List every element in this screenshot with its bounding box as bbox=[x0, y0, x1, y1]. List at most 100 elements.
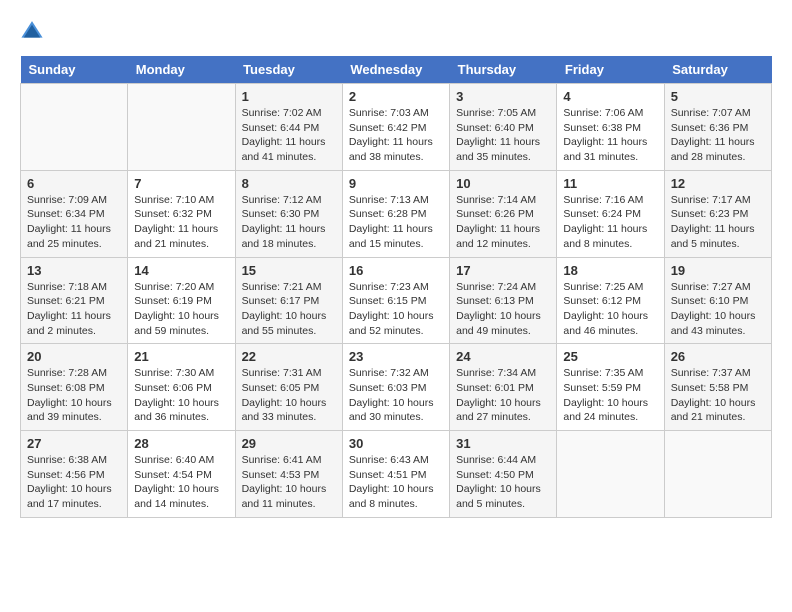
day-info: Sunrise: 7:17 AM Sunset: 6:23 PM Dayligh… bbox=[671, 193, 765, 252]
day-info: Sunrise: 7:18 AM Sunset: 6:21 PM Dayligh… bbox=[27, 280, 121, 339]
calendar-cell: 21Sunrise: 7:30 AM Sunset: 6:06 PM Dayli… bbox=[128, 344, 235, 431]
day-number: 25 bbox=[563, 349, 657, 364]
day-number: 8 bbox=[242, 176, 336, 191]
col-header-thursday: Thursday bbox=[450, 56, 557, 84]
col-header-sunday: Sunday bbox=[21, 56, 128, 84]
calendar-cell: 7 Sunrise: 7:10 AM Sunset: 6:32 PM Daylig… bbox=[128, 170, 235, 257]
day-number: 27 bbox=[27, 436, 121, 451]
day-info: Sunrise: 7:02 AM Sunset: 6:44 PM Dayligh… bbox=[242, 106, 336, 165]
page-header bbox=[20, 20, 772, 40]
calendar-cell: 16 Sunrise: 7:23 AM Sunset: 6:15 PM Dayli… bbox=[342, 257, 449, 344]
col-header-monday: Monday bbox=[128, 56, 235, 84]
logo bbox=[20, 20, 48, 40]
day-number: 16 bbox=[349, 263, 443, 278]
calendar-cell: 9 Sunrise: 7:13 AM Sunset: 6:28 PM Daylig… bbox=[342, 170, 449, 257]
day-number: 12 bbox=[671, 176, 765, 191]
day-number: 5 bbox=[671, 89, 765, 104]
calendar-cell bbox=[21, 84, 128, 171]
day-number: 11 bbox=[563, 176, 657, 191]
col-header-wednesday: Wednesday bbox=[342, 56, 449, 84]
calendar-week-1: 1 Sunrise: 7:02 AM Sunset: 6:44 PM Daylig… bbox=[21, 84, 772, 171]
calendar-cell: 23 Sunrise: 7:32 AM Sunset: 6:03 PM Dayli… bbox=[342, 344, 449, 431]
day-number: 26 bbox=[671, 349, 765, 364]
day-info: Sunrise: 7:25 AM Sunset: 6:12 PM Dayligh… bbox=[563, 280, 657, 339]
day-info: Sunrise: 7:03 AM Sunset: 6:42 PM Dayligh… bbox=[349, 106, 443, 165]
calendar-cell: 8 Sunrise: 7:12 AM Sunset: 6:30 PM Daylig… bbox=[235, 170, 342, 257]
day-info: Sunrise: 6:44 AM Sunset: 4:50 PM Dayligh… bbox=[456, 453, 550, 512]
day-number: 30 bbox=[349, 436, 443, 451]
calendar-cell: 31 Sunrise: 6:44 AM Sunset: 4:50 PM Dayli… bbox=[450, 431, 557, 518]
logo-icon bbox=[20, 20, 44, 40]
day-info: Sunrise: 7:28 AM Sunset: 6:08 PM Dayligh… bbox=[27, 366, 121, 425]
day-number: 21 bbox=[134, 349, 228, 364]
calendar-cell: 19Sunrise: 7:27 AM Sunset: 6:10 PM Dayli… bbox=[664, 257, 771, 344]
day-info: Sunrise: 6:38 AM Sunset: 4:56 PM Dayligh… bbox=[27, 453, 121, 512]
day-info: Sunrise: 7:13 AM Sunset: 6:28 PM Dayligh… bbox=[349, 193, 443, 252]
day-number: 7 bbox=[134, 176, 228, 191]
calendar-cell bbox=[664, 431, 771, 518]
calendar-cell: 22Sunrise: 7:31 AM Sunset: 6:05 PM Dayli… bbox=[235, 344, 342, 431]
day-info: Sunrise: 7:35 AM Sunset: 5:59 PM Dayligh… bbox=[563, 366, 657, 425]
day-number: 9 bbox=[349, 176, 443, 191]
day-number: 6 bbox=[27, 176, 121, 191]
day-info: Sunrise: 7:16 AM Sunset: 6:24 PM Dayligh… bbox=[563, 193, 657, 252]
day-number: 31 bbox=[456, 436, 550, 451]
day-number: 17 bbox=[456, 263, 550, 278]
day-number: 2 bbox=[349, 89, 443, 104]
calendar-cell: 25 Sunrise: 7:35 AM Sunset: 5:59 PM Dayli… bbox=[557, 344, 664, 431]
day-number: 18 bbox=[563, 263, 657, 278]
day-info: Sunrise: 7:06 AM Sunset: 6:38 PM Dayligh… bbox=[563, 106, 657, 165]
calendar-cell: 26 Sunrise: 7:37 AM Sunset: 5:58 PM Dayli… bbox=[664, 344, 771, 431]
day-number: 20 bbox=[27, 349, 121, 364]
calendar-cell: 29 Sunrise: 6:41 AM Sunset: 4:53 PM Dayli… bbox=[235, 431, 342, 518]
calendar-header-row: SundayMondayTuesdayWednesdayThursdayFrid… bbox=[21, 56, 772, 84]
day-number: 13 bbox=[27, 263, 121, 278]
day-number: 24 bbox=[456, 349, 550, 364]
day-info: Sunrise: 6:40 AM Sunset: 4:54 PM Dayligh… bbox=[134, 453, 228, 512]
day-info: Sunrise: 7:34 AM Sunset: 6:01 PM Dayligh… bbox=[456, 366, 550, 425]
day-info: Sunrise: 6:41 AM Sunset: 4:53 PM Dayligh… bbox=[242, 453, 336, 512]
calendar-cell: 6 Sunrise: 7:09 AM Sunset: 6:34 PM Daylig… bbox=[21, 170, 128, 257]
day-number: 14 bbox=[134, 263, 228, 278]
calendar-cell: 5Sunrise: 7:07 AM Sunset: 6:36 PM Daylig… bbox=[664, 84, 771, 171]
calendar-week-5: 27 Sunrise: 6:38 AM Sunset: 4:56 PM Dayli… bbox=[21, 431, 772, 518]
calendar-cell bbox=[128, 84, 235, 171]
calendar-cell: 10 Sunrise: 7:14 AM Sunset: 6:26 PM Dayli… bbox=[450, 170, 557, 257]
calendar-cell: 4 Sunrise: 7:06 AM Sunset: 6:38 PM Daylig… bbox=[557, 84, 664, 171]
calendar-week-2: 6 Sunrise: 7:09 AM Sunset: 6:34 PM Daylig… bbox=[21, 170, 772, 257]
day-info: Sunrise: 7:23 AM Sunset: 6:15 PM Dayligh… bbox=[349, 280, 443, 339]
calendar-cell: 15 Sunrise: 7:21 AM Sunset: 6:17 PM Dayli… bbox=[235, 257, 342, 344]
day-info: Sunrise: 7:12 AM Sunset: 6:30 PM Dayligh… bbox=[242, 193, 336, 252]
col-header-friday: Friday bbox=[557, 56, 664, 84]
calendar-cell: 13 Sunrise: 7:18 AM Sunset: 6:21 PM Dayli… bbox=[21, 257, 128, 344]
calendar-cell: 27 Sunrise: 6:38 AM Sunset: 4:56 PM Dayli… bbox=[21, 431, 128, 518]
day-info: Sunrise: 7:24 AM Sunset: 6:13 PM Dayligh… bbox=[456, 280, 550, 339]
day-number: 15 bbox=[242, 263, 336, 278]
calendar-cell: 18 Sunrise: 7:25 AM Sunset: 6:12 PM Dayli… bbox=[557, 257, 664, 344]
calendar-cell bbox=[557, 431, 664, 518]
day-number: 1 bbox=[242, 89, 336, 104]
calendar-cell: 14 Sunrise: 7:20 AM Sunset: 6:19 PM Dayli… bbox=[128, 257, 235, 344]
day-number: 22 bbox=[242, 349, 336, 364]
day-number: 4 bbox=[563, 89, 657, 104]
day-info: Sunrise: 7:37 AM Sunset: 5:58 PM Dayligh… bbox=[671, 366, 765, 425]
calendar-week-3: 13 Sunrise: 7:18 AM Sunset: 6:21 PM Dayli… bbox=[21, 257, 772, 344]
col-header-saturday: Saturday bbox=[664, 56, 771, 84]
col-header-tuesday: Tuesday bbox=[235, 56, 342, 84]
day-info: Sunrise: 7:14 AM Sunset: 6:26 PM Dayligh… bbox=[456, 193, 550, 252]
day-number: 29 bbox=[242, 436, 336, 451]
day-info: Sunrise: 7:32 AM Sunset: 6:03 PM Dayligh… bbox=[349, 366, 443, 425]
day-info: Sunrise: 7:10 AM Sunset: 6:32 PM Dayligh… bbox=[134, 193, 228, 252]
day-number: 28 bbox=[134, 436, 228, 451]
calendar-cell: 20 Sunrise: 7:28 AM Sunset: 6:08 PM Dayli… bbox=[21, 344, 128, 431]
calendar-table: SundayMondayTuesdayWednesdayThursdayFrid… bbox=[20, 56, 772, 518]
calendar-week-4: 20 Sunrise: 7:28 AM Sunset: 6:08 PM Dayli… bbox=[21, 344, 772, 431]
calendar-cell: 12 Sunrise: 7:17 AM Sunset: 6:23 PM Dayli… bbox=[664, 170, 771, 257]
day-info: Sunrise: 7:21 AM Sunset: 6:17 PM Dayligh… bbox=[242, 280, 336, 339]
day-info: Sunrise: 7:09 AM Sunset: 6:34 PM Dayligh… bbox=[27, 193, 121, 252]
calendar-cell: 30Sunrise: 6:43 AM Sunset: 4:51 PM Dayli… bbox=[342, 431, 449, 518]
day-number: 23 bbox=[349, 349, 443, 364]
day-info: Sunrise: 7:20 AM Sunset: 6:19 PM Dayligh… bbox=[134, 280, 228, 339]
calendar-cell: 1 Sunrise: 7:02 AM Sunset: 6:44 PM Daylig… bbox=[235, 84, 342, 171]
day-number: 10 bbox=[456, 176, 550, 191]
